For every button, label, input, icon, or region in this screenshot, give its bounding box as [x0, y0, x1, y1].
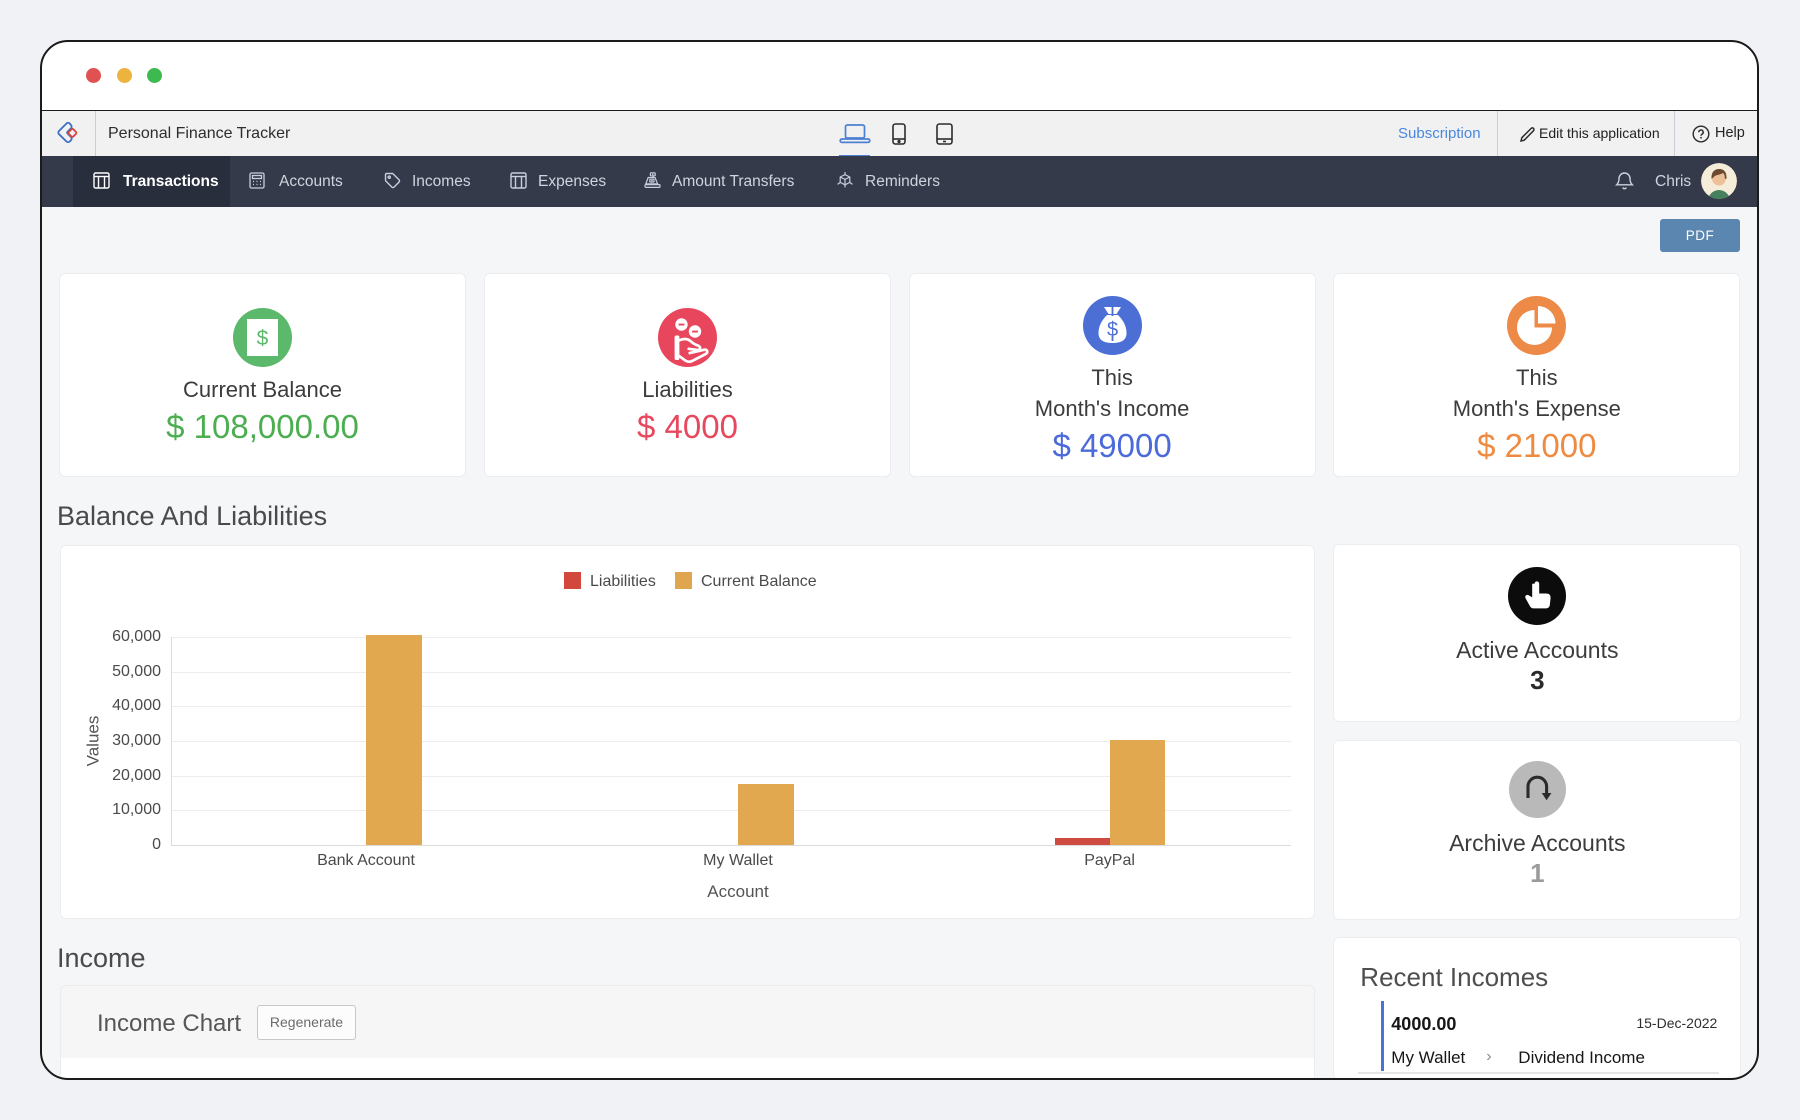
svg-text:$: $	[257, 327, 269, 350]
